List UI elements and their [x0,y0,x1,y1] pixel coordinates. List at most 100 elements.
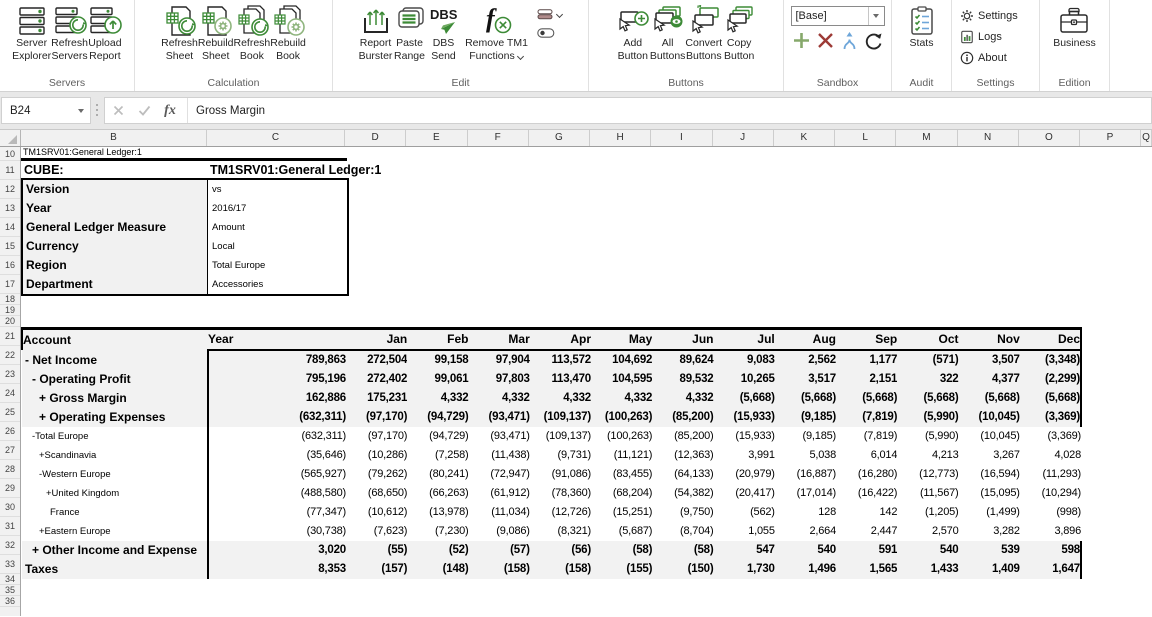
cancel-entry-button[interactable] [105,98,131,123]
row-header-31[interactable]: 31 [0,517,20,536]
value-cell[interactable]: 4,213 [897,446,958,465]
formula-input[interactable]: Gross Margin [188,105,265,117]
value-cell[interactable]: (79,262) [346,465,407,484]
value-cell[interactable]: (16,887) [775,465,836,484]
value-cell[interactable]: (9,185) [775,427,836,446]
value-cell[interactable]: (16,280) [836,465,897,484]
column-header-C[interactable]: C [207,130,345,146]
value-cell[interactable]: (16,422) [836,484,897,503]
row-header-19[interactable]: 19 [0,305,20,316]
row-header-17[interactable]: 17 [0,275,20,294]
value-cell[interactable]: 1,647 [1020,560,1081,579]
value-cell[interactable]: 1,565 [836,560,897,579]
value-cell[interactable]: (9,731) [530,446,591,465]
row-header-10[interactable]: 10 [0,147,20,161]
remove-tm1-functions-button[interactable]: f Remove TM1Functions [461,3,533,63]
value-cell[interactable]: (11,034) [469,503,530,522]
value-cell[interactable]: 540 [775,541,836,560]
value-cell[interactable]: (9,185) [775,408,836,427]
value-cell[interactable]: 128 [775,503,836,522]
value-cell[interactable]: (150) [652,560,713,579]
value-cell[interactable]: 97,904 [469,350,530,370]
dbs-send-button[interactable]: DBS DBSSend [427,3,461,63]
sandbox-select[interactable]: [Base] [791,6,885,26]
value-cell[interactable]: 4,332 [407,389,468,408]
value-cell[interactable]: (68,650) [346,484,407,503]
server-explorer-button[interactable]: ServerExplorer [12,3,51,63]
value-cell[interactable]: (2,299) [1020,370,1081,389]
value-cell[interactable]: 272,504 [346,350,407,370]
column-header-F[interactable]: F [468,130,529,146]
dimension-label-cell[interactable]: Version [23,180,207,199]
value-cell[interactable]: 104,595 [591,370,652,389]
month-header-cell[interactable]: Dec [1020,329,1081,351]
value-cell[interactable]: 4,377 [959,370,1020,389]
value-cell[interactable]: (5,668) [836,389,897,408]
all-buttons-button[interactable]: AllButtons [650,3,686,63]
value-cell[interactable]: (83,455) [591,465,652,484]
value-cell[interactable]: 1,433 [897,560,958,579]
account-cell[interactable]: +Scandinavia [22,446,208,465]
column-header-O[interactable]: O [1019,130,1080,146]
value-cell[interactable]: (7,230) [407,522,468,541]
value-cell[interactable]: (10,045) [959,408,1020,427]
value-cell[interactable]: 2,664 [775,522,836,541]
value-cell[interactable]: 97,803 [469,370,530,389]
row-header-22[interactable]: 22 [0,346,20,365]
row-header-33[interactable]: 33 [0,555,20,574]
account-cell[interactable]: France [22,503,208,522]
month-header-cell[interactable]: Nov [959,329,1020,351]
value-cell[interactable]: (109,137) [530,427,591,446]
value-cell[interactable]: 4,332 [652,389,713,408]
value-cell[interactable]: (35,646) [208,446,346,465]
value-cell[interactable]: 272,402 [346,370,407,389]
row-header-15[interactable]: 15 [0,237,20,256]
value-cell[interactable]: (571) [897,350,958,370]
row-header-30[interactable]: 30 [0,498,20,517]
value-cell[interactable]: (85,200) [652,427,713,446]
value-cell[interactable]: 1,055 [714,522,775,541]
value-cell[interactable]: (15,933) [714,408,775,427]
value-cell[interactable]: (85,200) [652,408,713,427]
formula-bar-grip[interactable] [96,104,98,116]
value-cell[interactable]: (5,990) [897,427,958,446]
row-header-18[interactable]: 18 [0,294,20,305]
value-cell[interactable]: (5,668) [959,389,1020,408]
value-cell[interactable]: (80,241) [407,465,468,484]
month-header-cell[interactable]: Mar [469,329,530,351]
value-cell[interactable]: 3,517 [775,370,836,389]
value-cell[interactable]: (7,258) [407,446,468,465]
select-all-corner[interactable] [0,130,21,146]
value-cell[interactable]: (7,819) [836,408,897,427]
value-cell[interactable]: (78,360) [530,484,591,503]
row-header-34[interactable]: 34 [0,574,20,585]
value-cell[interactable]: (158) [530,560,591,579]
value-cell[interactable]: (56) [530,541,591,560]
value-cell[interactable]: (93,471) [469,408,530,427]
row-header-24[interactable]: 24 [0,384,20,403]
confirm-entry-button[interactable] [131,98,157,123]
month-header-cell[interactable]: May [591,329,652,351]
value-cell[interactable]: (100,263) [591,408,652,427]
value-cell[interactable]: 1,730 [714,560,775,579]
value-cell[interactable]: (5,668) [775,389,836,408]
value-cell[interactable]: (155) [591,560,652,579]
value-cell[interactable]: (3,369) [1020,427,1081,446]
value-cell[interactable]: (3,369) [1020,408,1081,427]
value-cell[interactable]: (58) [591,541,652,560]
dimension-label-cell[interactable]: General Ledger Measure [23,218,207,237]
value-cell[interactable]: (3,348) [1020,350,1081,370]
value-cell[interactable]: 598 [1020,541,1081,560]
dimension-value-cell[interactable]: Accessories [207,275,347,294]
dimension-label-cell[interactable]: Year [23,199,207,218]
value-cell[interactable]: (565,927) [208,465,346,484]
upload-report-button[interactable]: UploadReport [88,3,122,63]
value-cell[interactable]: (61,912) [469,484,530,503]
value-cell[interactable]: (97,170) [346,427,407,446]
account-cell[interactable]: - Operating Profit [22,370,208,389]
value-cell[interactable]: 3,507 [959,350,1020,370]
account-cell[interactable]: - Net Income [22,350,208,370]
value-cell[interactable]: (15,095) [959,484,1020,503]
sandbox-reset-button[interactable] [863,30,884,51]
rebuild-book-button[interactable]: RebuildBook [270,3,306,63]
